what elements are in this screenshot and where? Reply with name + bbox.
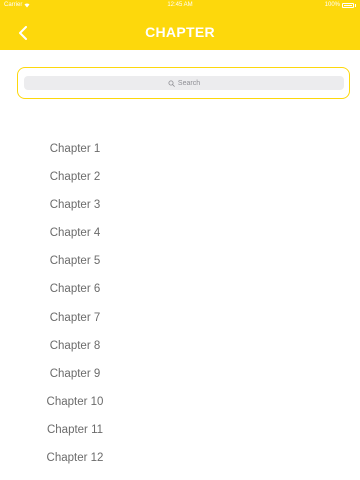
chapter-item[interactable]: Chapter 7 [0, 304, 150, 332]
search-placeholder: Search [177, 79, 201, 87]
chapter-list: Chapter 1 Chapter 2 Chapter 3 Chapter 4 … [0, 135, 150, 472]
battery-icon [342, 2, 354, 8]
chapter-item[interactable]: Chapter 8 [0, 332, 150, 360]
status-bar: Carrier 12:45 AM 100% [0, 0, 360, 11]
chapter-item[interactable]: Chapter 12 [0, 444, 150, 472]
search-container: Search [17, 67, 350, 99]
page-title: CHAPTER [145, 24, 215, 40]
chapter-item[interactable]: Chapter 10 [0, 388, 150, 416]
chapter-item[interactable]: Chapter 9 [0, 360, 150, 388]
chapter-item[interactable]: Chapter 5 [0, 247, 150, 275]
battery-indicator: 100% [325, 2, 356, 8]
chapter-item[interactable]: Chapter 2 [0, 163, 150, 191]
chapter-item[interactable]: Chapter 6 [0, 275, 150, 303]
battery-percent: 100% [324, 2, 340, 8]
search-input[interactable]: Search [24, 76, 344, 90]
search-icon [168, 80, 175, 87]
chapter-item[interactable]: Chapter 3 [0, 191, 150, 219]
status-time: 12:45 AM [167, 2, 193, 8]
battery-cap [355, 3, 356, 7]
chapter-item[interactable]: Chapter 4 [0, 219, 150, 247]
header-bar: Carrier 12:45 AM 100% CHAPTER [0, 0, 360, 50]
chapter-item[interactable]: Chapter 1 [0, 135, 150, 163]
chapter-item[interactable]: Chapter 11 [0, 416, 150, 444]
